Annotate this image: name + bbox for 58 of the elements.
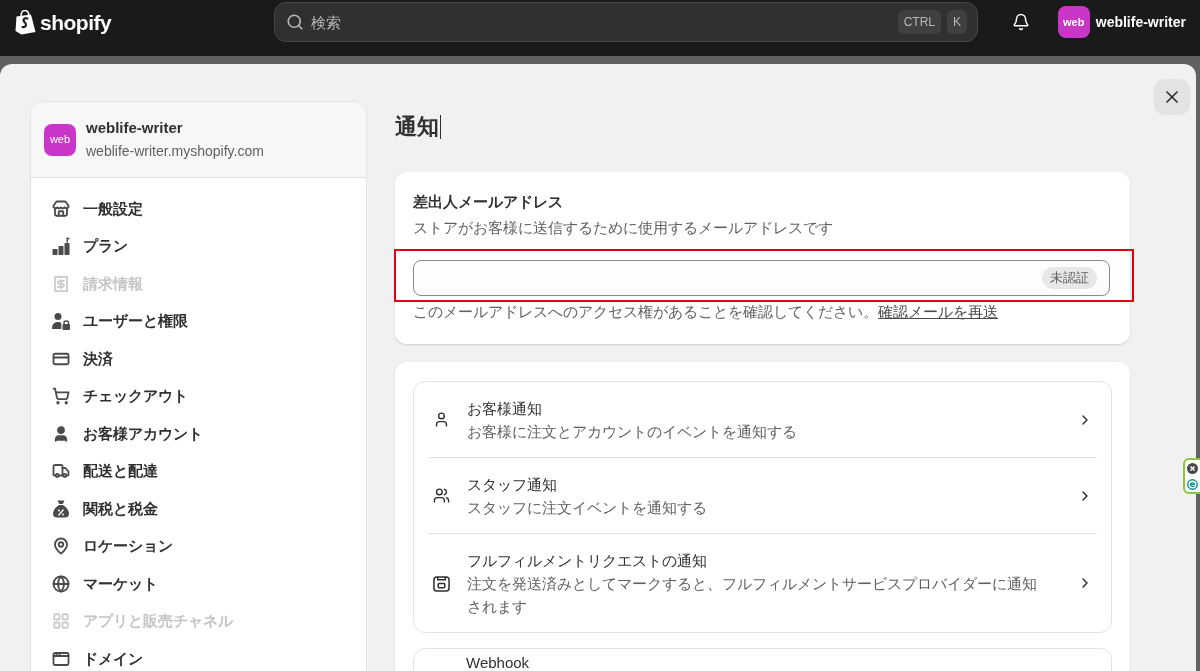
row-title[interactable]: Webhook — [466, 654, 530, 671]
sidebar-item[interactable]: マーケット — [52, 565, 366, 603]
people-icon — [433, 487, 450, 504]
store-domain: weblife-writer.myshopify.com — [86, 142, 264, 161]
row-title: フルフィルメントリクエストの通知 — [467, 550, 708, 571]
sidebar-item[interactable]: 関税と税金 — [52, 490, 366, 528]
box-icon — [433, 574, 450, 592]
user-lock-icon — [52, 312, 70, 331]
browser-window-icon — [52, 649, 70, 668]
sidebar-item[interactable]: 一般設定 — [52, 190, 366, 228]
globe-icon — [52, 574, 70, 593]
person-icon — [433, 411, 450, 428]
row-title: お客様通知 — [467, 398, 543, 419]
person-icon — [52, 424, 70, 443]
close-circle-icon[interactable] — [1187, 462, 1198, 474]
row-title: スタッフ通知 — [467, 474, 558, 495]
sidebar-item[interactable]: ロケーション — [52, 527, 366, 565]
brand-wordmark[interactable]: shopify — [40, 11, 112, 33]
store-icon — [52, 199, 70, 218]
close-button[interactable] — [1154, 79, 1190, 115]
text-cursor-icon — [440, 115, 441, 139]
card-title: 差出人メールアドレス — [413, 192, 564, 212]
money-bag-icon — [52, 499, 70, 518]
sidebar-item[interactable]: 決済 — [52, 340, 366, 378]
notification-bell-icon[interactable] — [1011, 13, 1030, 31]
status-badge: 未認証 — [1042, 267, 1097, 289]
sidebar-item[interactable]: ドメイン — [52, 640, 366, 671]
grid-icon — [52, 612, 70, 631]
circled-e-icon — [1187, 478, 1198, 490]
extension-widget[interactable] — [1183, 458, 1200, 494]
sidebar-item[interactable]: 配送と配達 — [52, 452, 366, 490]
map-pin-icon — [52, 537, 70, 556]
sidebar-item[interactable]: プラン — [52, 227, 366, 265]
sidebar-item[interactable]: ユーザーと権限 — [52, 302, 366, 340]
search-icon — [286, 13, 304, 31]
sidebar-item[interactable]: チェックアウト — [52, 377, 366, 415]
account-name[interactable]: weblife-writer — [1095, 11, 1186, 33]
card-description: ストアがお客様に送信するために使用するメールアドレスです — [413, 218, 834, 238]
account-avatar[interactable]: web — [1057, 6, 1090, 38]
email-field[interactable]: 未認証 — [413, 260, 1110, 296]
row-description: お客様に注文とアカウントのイベントを通知する — [467, 421, 798, 442]
notification-row[interactable]: スタッフ通知 スタッフに注文イベントを通知する — [414, 458, 1111, 533]
verification-note: このメールアドレスへのアクセス権があることを確認してください。確認メールを再送 — [413, 302, 999, 322]
row-description: 注文を発送済みとしてマークすると、フルフィルメントサービスプロバイダーに通知されます — [467, 573, 1038, 617]
resend-link[interactable]: 確認メールを再送 — [878, 303, 998, 320]
podium-icon — [52, 237, 70, 256]
notification-row[interactable]: フルフィルメントリクエストの通知 注文を発送済みとしてマークすると、フルフィルメントサービスプロバイダーに通知されます — [414, 534, 1111, 632]
shortcut-key: CTRL — [897, 10, 941, 34]
sidebar-item[interactable]: お客様アカウント — [52, 415, 366, 453]
truck-icon — [52, 462, 70, 481]
receipt-icon — [52, 274, 70, 293]
shopping-bag-icon — [15, 9, 37, 35]
notification-row[interactable]: お客様通知 お客様に注文とアカウントのイベントを通知する — [414, 382, 1111, 457]
page-title: 通知 — [395, 113, 439, 141]
cart-icon — [52, 387, 70, 406]
store-avatar: web — [44, 123, 76, 156]
store-name: weblife-writer — [86, 118, 184, 138]
row-description: スタッフに注文イベントを通知する — [467, 497, 708, 518]
